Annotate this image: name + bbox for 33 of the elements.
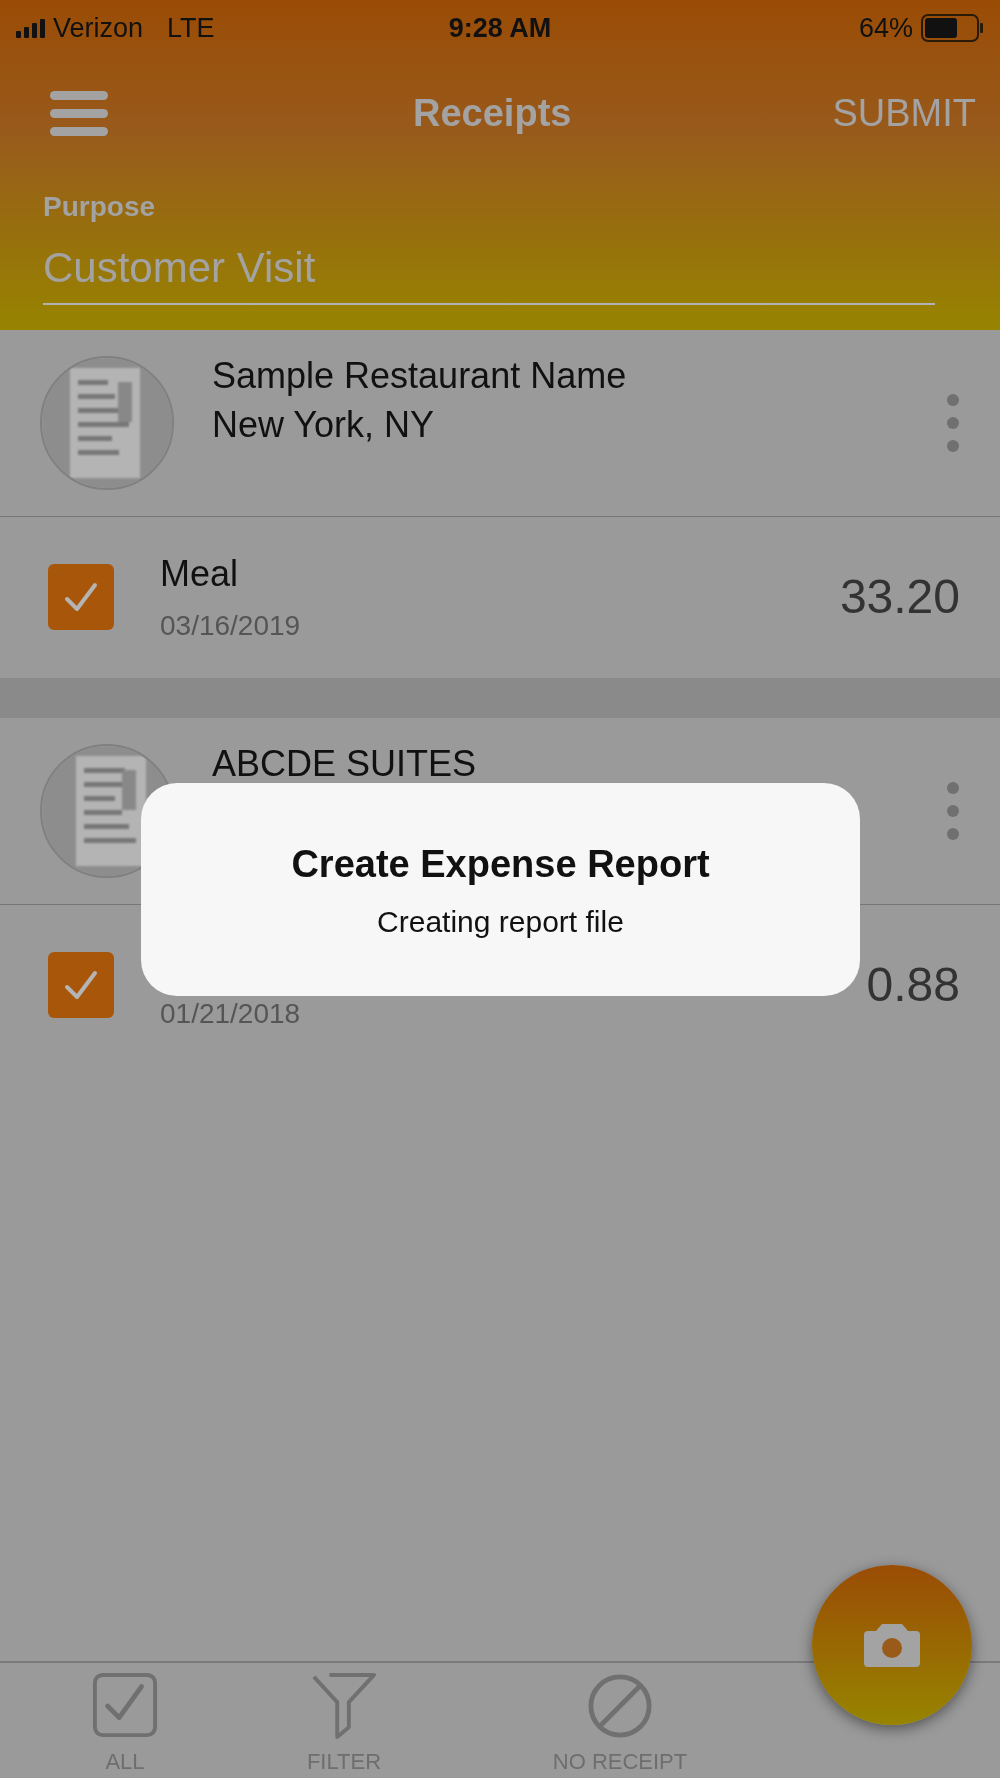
battery-icon xyxy=(921,14,984,42)
expense-date: 03/16/2019 xyxy=(160,609,301,643)
prohibited-icon xyxy=(587,1673,653,1739)
dialog-title: Create Expense Report xyxy=(291,841,710,887)
field-label: Purpose xyxy=(43,190,157,224)
expense-amount: 0.88 xyxy=(866,957,960,1013)
camera-button[interactable] xyxy=(812,1565,972,1725)
expense-amount: 33.20 xyxy=(839,569,960,625)
dialog-message: Creating report file xyxy=(377,903,624,940)
more-options-button[interactable] xyxy=(946,393,960,453)
network-type: LTE xyxy=(167,11,215,45)
more-icon xyxy=(946,393,960,453)
checkbox-icon xyxy=(92,1673,158,1739)
purpose-field[interactable]: Customer Visit xyxy=(43,236,935,305)
merchant-location: New York, NY xyxy=(212,402,436,447)
menu-icon xyxy=(50,89,108,137)
filter-icon xyxy=(311,1673,377,1739)
check-icon xyxy=(63,580,99,614)
checkbox[interactable] xyxy=(48,564,114,630)
carrier-name: Verizon xyxy=(53,11,144,45)
check-icon xyxy=(63,968,99,1002)
expense-category: Meal xyxy=(160,552,240,596)
signal-icon xyxy=(16,18,45,38)
merchant-name: ABCDE SUITES xyxy=(212,742,478,786)
clock-time: 9:28 AM xyxy=(448,12,552,43)
more-options-button[interactable] xyxy=(946,781,960,841)
submit-button[interactable]: SUBMIT xyxy=(832,84,976,142)
expense-date: 01/21/2018 xyxy=(160,997,301,1031)
merchant-name: Sample Restaurant Name xyxy=(212,354,628,398)
screen-title: Receipts xyxy=(413,91,572,134)
battery-percent: 64% xyxy=(858,11,913,45)
more-icon xyxy=(946,781,960,841)
checkbox[interactable] xyxy=(48,952,114,1018)
